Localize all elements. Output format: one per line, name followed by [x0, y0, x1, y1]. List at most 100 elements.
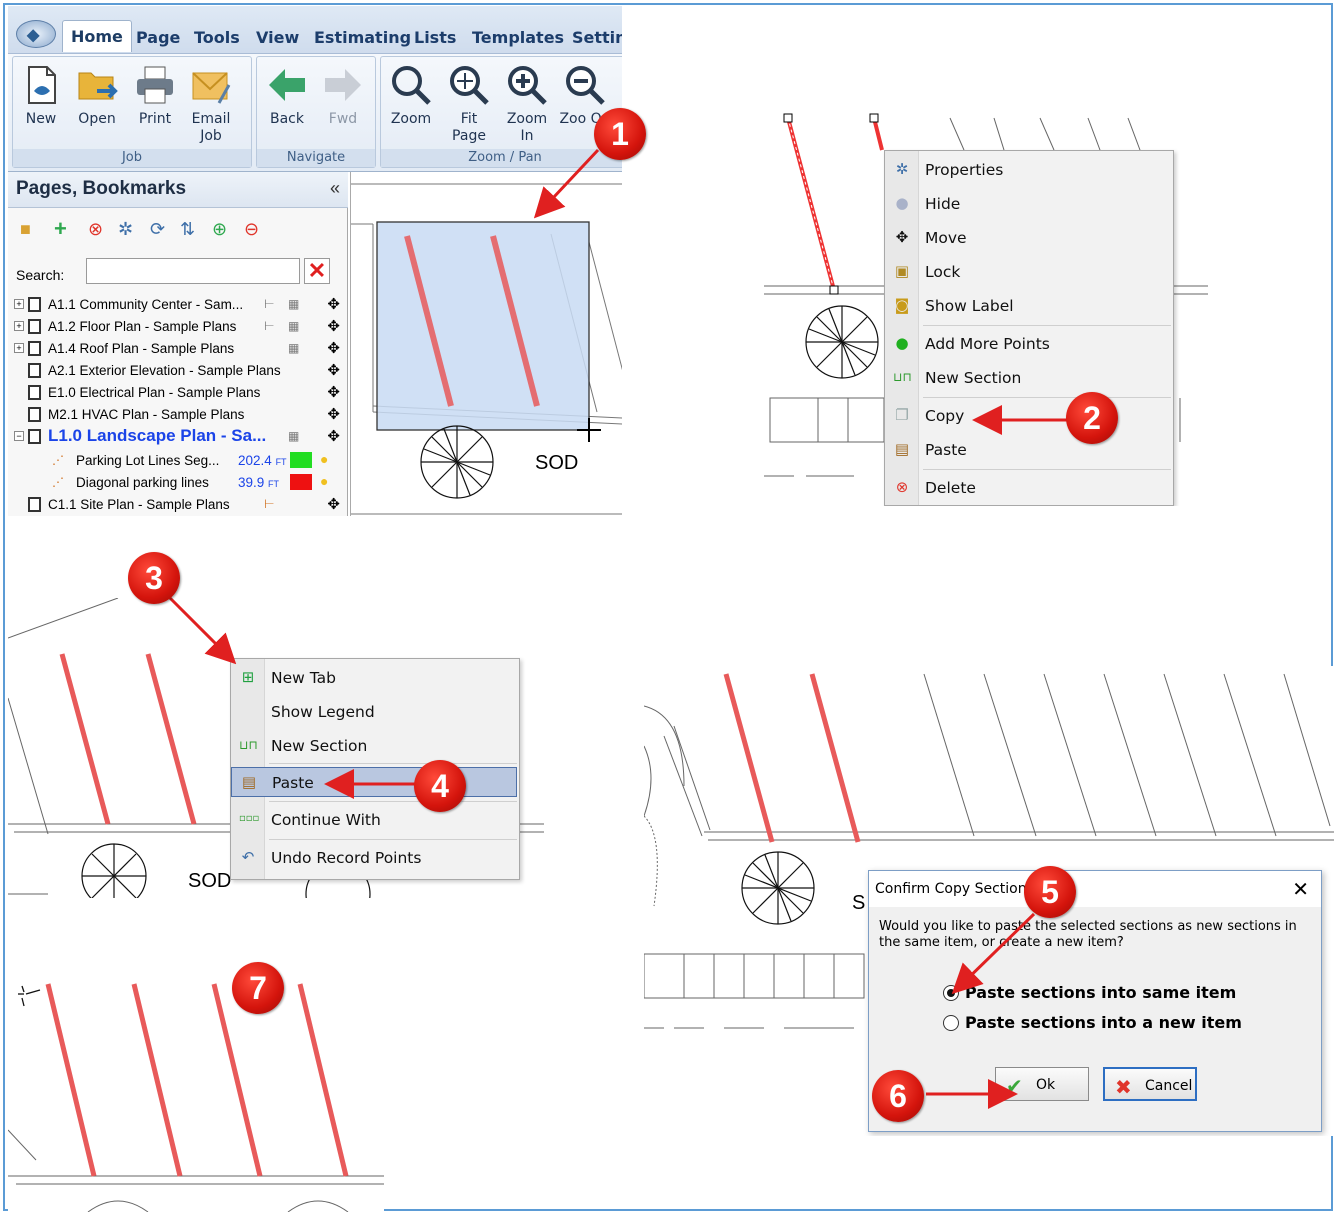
step-badge-5: 5 — [1024, 866, 1076, 918]
radio-button[interactable] — [943, 1015, 959, 1031]
expand-all-icon[interactable]: ⊕ — [212, 220, 227, 238]
menu-item-properties[interactable]: ✲ Properties — [885, 155, 1173, 185]
confirm-dialog-panel: S Confirm Copy Section ✕ Would you like … — [644, 666, 1334, 1136]
measure-icon: ⊢ — [264, 497, 275, 511]
menu-item-new-section[interactable]: ⊔⊓ New Section — [231, 731, 519, 761]
condition-label: Diagonal parking lines — [76, 475, 209, 490]
menu-item-copy[interactable]: ❐ Copy — [885, 401, 1173, 431]
sort-icon[interactable]: ⇅ — [180, 220, 195, 238]
menu-item-add-more-points[interactable]: ● Add More Points — [885, 329, 1173, 359]
radio-button[interactable] — [943, 985, 959, 1001]
menu-item-undo-record-points[interactable]: ↶ Undo Record Points — [231, 843, 519, 873]
expand-toggle[interactable]: + — [14, 343, 24, 353]
zoom-button[interactable]: Zoom — [385, 63, 437, 128]
move-icon[interactable]: ✥ — [327, 427, 340, 445]
page-row[interactable]: + A1.2 Floor Plan - Sample Plans ⊢ ▦ ✥ — [8, 316, 348, 338]
menu-separator — [269, 801, 517, 802]
tab-estimating[interactable]: Estimating — [314, 28, 411, 47]
menu-item-continue-with[interactable]: ▫▫▫ Continue With — [231, 805, 519, 835]
menu-separator — [923, 325, 1171, 326]
expand-toggle[interactable]: + — [14, 321, 24, 331]
condition-color-swatch[interactable] — [290, 452, 312, 468]
new-section-icon: ⊔⊓ — [239, 738, 258, 752]
move-icon[interactable]: ✥ — [327, 317, 340, 335]
step-badge-1: 1 — [594, 108, 646, 160]
menu-item-delete[interactable]: ⊗ Delete — [885, 473, 1173, 503]
expand-toggle[interactable]: − — [14, 431, 24, 441]
menu-item-paste[interactable]: ▤ Paste — [231, 767, 517, 797]
move-icon[interactable]: ✥ — [327, 339, 340, 357]
page-icon — [28, 341, 41, 356]
page-row[interactable]: E1.0 Electrical Plan - Sample Plans ✥ — [8, 382, 348, 404]
tab-page[interactable]: Page — [136, 28, 180, 47]
condition-row[interactable]: ⋰ Parking Lot Lines Seg... 202.4 FT ● — [8, 450, 348, 472]
menu-item-new-tab[interactable]: ⊞ New Tab — [231, 663, 519, 693]
collapse-all-icon[interactable]: ⊖ — [244, 220, 259, 238]
pages-panel-header: Pages, Bookmarks « — [8, 172, 348, 208]
tab-view[interactable]: View — [256, 28, 299, 47]
condition-row[interactable]: ⋰ Diagonal parking lines 39.9 FT ● — [8, 472, 348, 494]
lightbulb-icon[interactable]: ● — [320, 451, 328, 467]
move-icon[interactable]: ✥ — [327, 361, 340, 379]
delete-circle-icon[interactable]: ⊗ — [88, 220, 103, 238]
tab-templates[interactable]: Templates — [472, 28, 564, 47]
collapse-panel-button[interactable]: « — [330, 178, 340, 199]
page-row[interactable]: C1.1 Site Plan - Sample Plans ⊢ ✥ — [8, 494, 348, 516]
page-row[interactable]: A2.1 Exterior Elevation - Sample Plans ✥ — [8, 360, 348, 382]
page-icon — [28, 297, 41, 312]
zoom-in-button[interactable]: Zoom In — [501, 63, 553, 145]
back-button[interactable]: Back — [261, 63, 313, 128]
page-label: M2.1 HVAC Plan - Sample Plans — [48, 407, 245, 422]
menu-item-paste[interactable]: ▤ Paste — [885, 435, 1173, 465]
menu-separator — [923, 469, 1171, 470]
move-icon: ✥ — [895, 228, 909, 246]
move-icon[interactable]: ✥ — [327, 495, 340, 513]
refresh-icon[interactable]: ⟳ — [150, 220, 165, 238]
step-badge-3: 3 — [128, 552, 180, 604]
page-row[interactable]: M2.1 HVAC Plan - Sample Plans ✥ — [8, 404, 348, 426]
add-icon[interactable]: + — [54, 218, 67, 240]
tree-symbol — [741, 851, 815, 925]
context-menu-panel-2: SOD ⊞ New Tab Show Legend ⊔⊓ New Section ▤… — [8, 598, 544, 898]
menu-item-show-legend[interactable]: Show Legend — [231, 697, 519, 727]
move-icon[interactable]: ✥ — [327, 405, 340, 423]
menu-item-new-section[interactable]: ⊔⊓ New Section — [885, 363, 1173, 393]
open-button[interactable]: Open — [71, 63, 123, 128]
print-button[interactable]: Print — [129, 63, 181, 128]
drawing-canvas[interactable]: SOD — [350, 172, 622, 516]
move-icon[interactable]: ✥ — [327, 383, 340, 401]
condition-color-swatch[interactable] — [290, 474, 312, 490]
menu-item-lock[interactable]: ▣ Lock — [885, 257, 1173, 287]
gear-icon[interactable]: ✲ — [118, 220, 133, 238]
move-icon[interactable]: ✥ — [327, 295, 340, 313]
lightbulb-icon[interactable]: ● — [320, 473, 328, 489]
fit-page-button[interactable]: Fit Page — [443, 63, 495, 145]
email-job-button[interactable]: Email Job — [185, 63, 237, 145]
page-label: L1.0 Landscape Plan - Sa... — [48, 426, 267, 445]
pages-toolbar: ■ + ⊗ ✲ ⟳ ⇅ ⊕ ⊖ — [8, 210, 348, 244]
menu-item-hide[interactable]: ● Hide — [885, 189, 1173, 219]
cancel-button[interactable]: ✖ Cancel — [1103, 1067, 1197, 1101]
tree-symbol — [81, 843, 147, 898]
menu-item-move[interactable]: ✥ Move — [885, 223, 1173, 253]
clear-search-button[interactable]: ✕ — [304, 258, 330, 284]
folder-icon[interactable]: ■ — [20, 220, 31, 238]
tab-settings[interactable]: Setting — [572, 28, 622, 47]
tab-lists[interactable]: Lists — [414, 28, 456, 47]
close-icon[interactable]: ✕ — [1292, 877, 1309, 902]
app-menu-button[interactable]: ◆ — [16, 20, 56, 48]
menu-item-show-label[interactable]: ◙ Show Label — [885, 291, 1173, 321]
new-button[interactable]: New — [15, 63, 67, 128]
tab-tools[interactable]: Tools — [194, 28, 240, 47]
page-row[interactable]: + A1.4 Roof Plan - Sample Plans ▦ ✥ — [8, 338, 348, 360]
fwd-button[interactable]: Fwd — [317, 63, 369, 128]
search-input[interactable] — [86, 258, 300, 284]
page-row-active[interactable]: − L1.0 Landscape Plan - Sa... ▦ ✥ — [8, 426, 348, 448]
page-label: A1.2 Floor Plan - Sample Plans — [48, 319, 237, 334]
zoom-out-icon — [566, 66, 605, 105]
ok-button[interactable]: ✔ Ok — [995, 1067, 1089, 1101]
tab-home[interactable]: Home — [62, 20, 132, 52]
measure-icon: ⊢ — [264, 319, 275, 333]
expand-toggle[interactable]: + — [14, 299, 24, 309]
page-row[interactable]: + A1.1 Community Center - Sam... ⊢ ▦ ✥ — [8, 294, 348, 316]
